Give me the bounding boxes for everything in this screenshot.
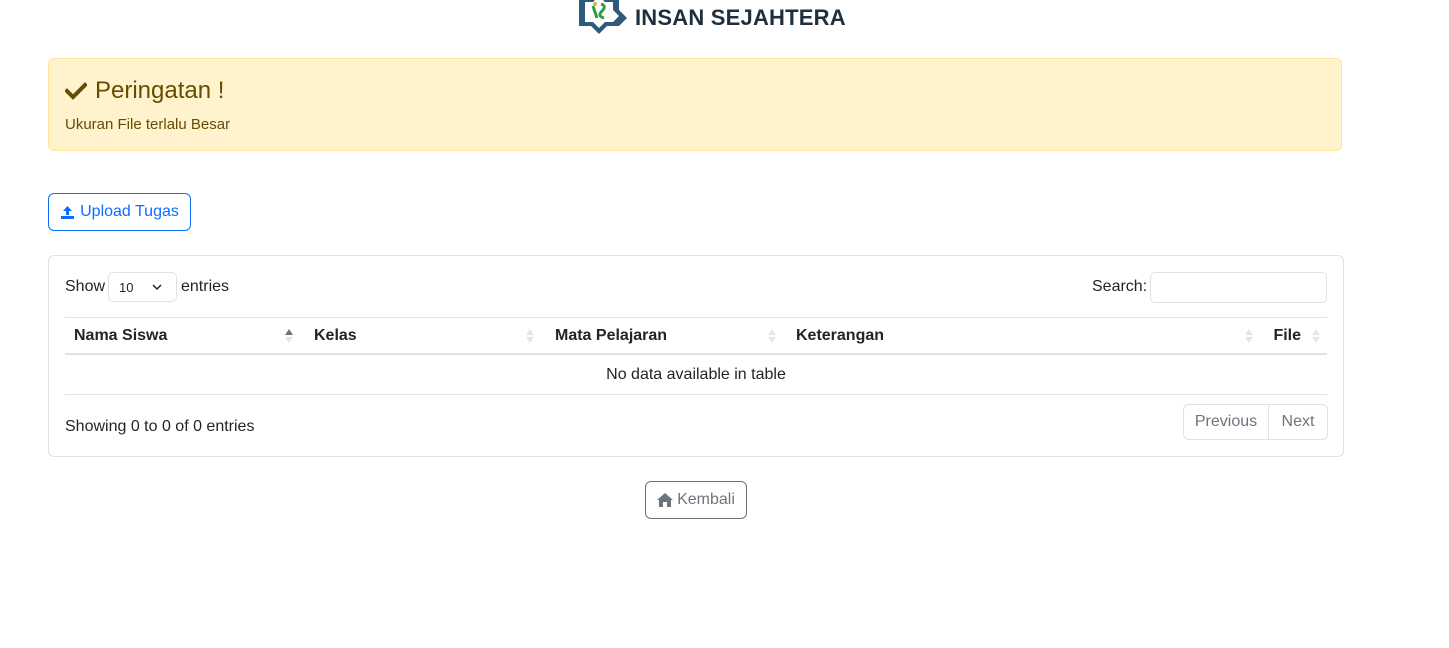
column-header-mata-pelajaran[interactable]: Mata Pelajaran [546,318,787,354]
entries-length-select[interactable]: 10 [108,272,177,302]
alert-title-text: Peringatan ! [95,77,225,104]
search-input[interactable] [1150,272,1327,303]
pagination: Previous Next [1183,404,1328,440]
sort-icon [526,329,534,343]
table-info: Showing 0 to 0 of 0 entries [65,418,255,435]
search-label: Search: [1092,278,1148,295]
empty-table-message: No data available in table [606,365,786,383]
chevron-down-icon [152,284,162,291]
length-value: 10 [119,279,134,295]
students-table: Nama Siswa Kelas Mata Pelajaran Keterang… [65,317,1327,395]
column-header-kelas[interactable]: Kelas [305,318,546,354]
kembali-button-label: Kembali [677,491,735,508]
site-logo: INSAN SEJAHTERA [571,0,846,34]
home-icon [657,493,674,507]
column-header-file[interactable]: File [1258,318,1327,354]
check-icon [65,82,87,100]
sort-ascending-icon [285,329,293,343]
column-header-label: Kelas [314,327,357,344]
next-page-button[interactable]: Next [1269,405,1327,439]
column-header-label: File [1273,327,1301,344]
sort-icon [1312,329,1320,343]
column-header-keterangan[interactable]: Keterangan [787,318,1258,354]
sort-icon [768,329,776,343]
kembali-button[interactable]: Kembali [645,481,747,519]
table-header: Nama Siswa Kelas Mata Pelajaran Keterang… [65,317,1327,355]
column-header-label: Keterangan [796,327,885,344]
column-header-label: Mata Pelajaran [555,327,668,344]
sort-icon [1245,329,1253,343]
previous-page-button[interactable]: Previous [1184,405,1269,439]
data-table-card: Show 10 entries Search: Nama Siswa Kelas [48,255,1344,457]
alert-message: Ukuran File terlalu Besar [65,116,231,133]
column-header-label: Nama Siswa [74,327,168,344]
alert-title: Peringatan ! [65,77,224,105]
upload-tugas-button[interactable]: Upload Tugas [48,193,191,231]
show-label: Show [65,278,106,295]
column-header-nama-siswa[interactable]: Nama Siswa [65,318,305,354]
empty-table-row: No data available in table [65,355,1327,395]
entries-label: entries [181,278,230,295]
school-name: INSAN SEJAHTERA [635,5,846,30]
upload-button-label: Upload Tugas [80,203,179,220]
upload-icon [61,205,75,219]
warning-alert: Peringatan ! Ukuran File terlalu Besar [48,58,1342,151]
school-logo-icon [571,0,627,34]
